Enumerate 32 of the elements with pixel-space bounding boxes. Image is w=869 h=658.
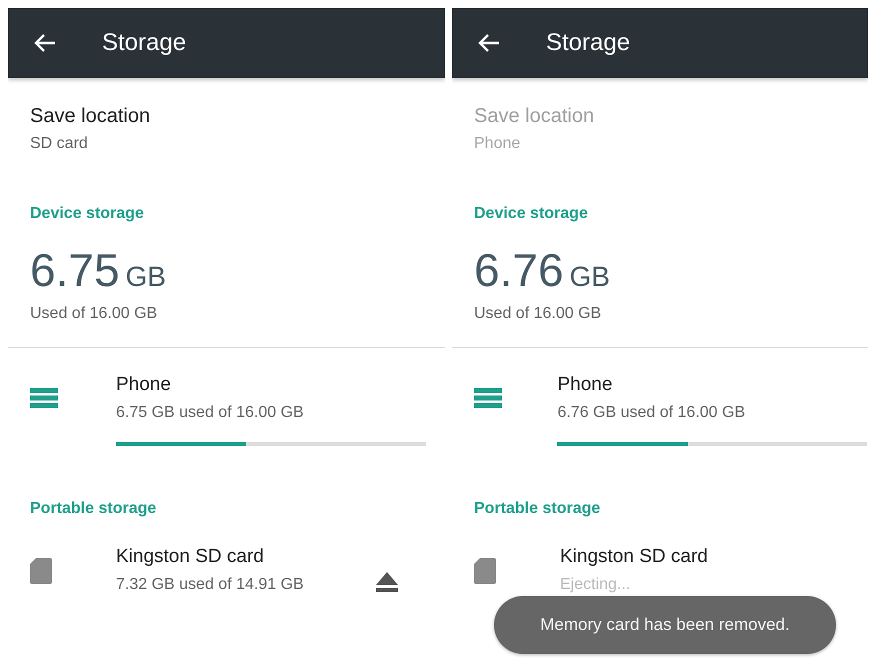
setting-value: Phone	[474, 135, 522, 153]
used-amount: 6.76	[474, 243, 564, 297]
used-amount: 6.75	[30, 243, 120, 297]
eject-icon[interactable]	[376, 572, 398, 592]
setting-title[interactable]: Save location	[30, 105, 445, 128]
storage-name[interactable]: Kingston SD card	[560, 546, 760, 568]
section-heading: Portable storage	[30, 500, 158, 518]
storage-summary: 7.32 GB used of 14.91 GB	[116, 575, 305, 595]
storage-list-icon	[474, 388, 502, 408]
used-caption: Used of 16.00 GB	[474, 305, 602, 323]
storage-name[interactable]: Phone	[557, 374, 868, 396]
screen-title: Storage	[546, 29, 630, 57]
storage-summary: 6.75 GB used of 16.00 GB	[116, 403, 305, 423]
storage-list-icon	[30, 388, 58, 408]
section-heading: Portable storage	[474, 500, 602, 518]
back-icon[interactable]	[478, 33, 500, 53]
storage-summary: Ejecting...	[560, 575, 632, 595]
sd-card-icon	[474, 558, 496, 584]
used-caption: Used of 16.00 GB	[30, 305, 158, 323]
back-icon[interactable]	[34, 33, 56, 53]
storage-name[interactable]: Kingston SD card	[116, 546, 316, 568]
setting-title: Save location	[474, 105, 596, 128]
used-unit: GB	[126, 261, 166, 293]
storage-summary: 6.76 GB used of 16.00 GB	[557, 403, 746, 423]
storage-name[interactable]: Phone	[116, 374, 436, 396]
screen-title: Storage	[102, 29, 186, 57]
used-unit: GB	[570, 261, 610, 293]
section-heading: Device storage	[474, 205, 589, 223]
toast-message: Memory card has been removed.	[494, 596, 836, 654]
setting-value: SD card	[30, 135, 89, 153]
section-heading: Device storage	[30, 205, 145, 223]
sd-card-icon	[30, 558, 52, 584]
